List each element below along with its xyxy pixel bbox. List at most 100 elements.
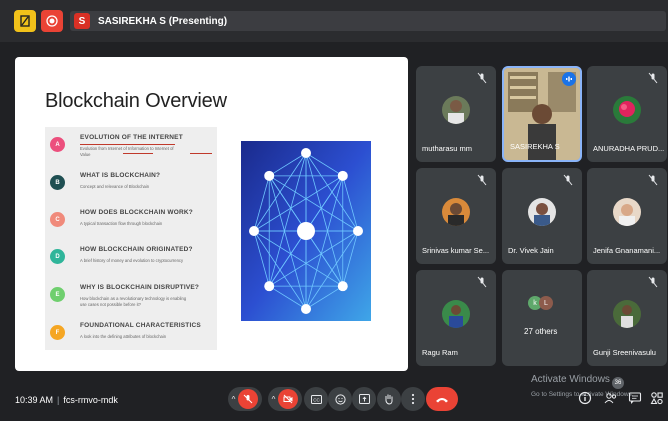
meeting-details-icon[interactable] — [578, 391, 592, 405]
presenter-banner[interactable]: S SASIREKHA S (Presenting) — [70, 11, 666, 31]
participant-tile-active-speaker[interactable]: SASIREKHA S — [502, 66, 582, 162]
agenda-letter-badge: C — [50, 212, 65, 227]
slide-title: Blockchain Overview — [45, 90, 227, 112]
participant-tile[interactable]: Jenifa Gnanamani... — [587, 168, 667, 264]
separator: | — [57, 395, 60, 405]
network-node — [249, 226, 259, 236]
presentation-slide: Blockchain Overview A EVOLUTION OF THE I… — [15, 57, 408, 371]
recording-button[interactable] — [41, 10, 63, 32]
network-node — [337, 170, 348, 181]
participant-name: Srinivas kumar Se... — [422, 246, 490, 255]
activities-icon[interactable] — [650, 391, 664, 405]
participant-tile[interactable]: ANURADHA PRUD... — [587, 66, 667, 162]
participant-avatar — [613, 96, 641, 124]
mic-muted-icon — [648, 276, 658, 288]
meeting-info: 10:39 AM | fcs-rmvo-mdk — [15, 395, 118, 405]
participant-name: Ragu Ram — [422, 348, 458, 357]
agenda-subtitle: A brief history of money and evolution t… — [80, 258, 184, 263]
participant-avatar — [442, 96, 470, 124]
network-node — [353, 226, 363, 236]
participant-avatar — [442, 300, 470, 328]
participant-avatar — [442, 198, 470, 226]
agenda-letter-badge: E — [50, 287, 65, 302]
participant-avatar — [613, 198, 641, 226]
agenda-subtitle: Evolution from Internet of Information t… — [80, 146, 174, 151]
mic-muted-icon — [477, 276, 487, 288]
presenter-avatar: S — [74, 13, 90, 29]
agenda-item: F FOUNDATIONAL CHARACTERISTICS A look in… — [45, 317, 217, 353]
present-screen-button[interactable] — [352, 387, 376, 411]
agenda-title: FOUNDATIONAL CHARACTERISTICS — [80, 322, 201, 329]
captions-button[interactable]: CC — [304, 387, 328, 411]
chat-icon[interactable] — [628, 391, 642, 405]
mic-off-icon — [244, 394, 253, 404]
notification-badge: 36 — [612, 377, 624, 389]
agenda-subtitle: A look into the defining attributes of b… — [80, 334, 167, 339]
agenda-letter-badge: D — [50, 249, 65, 264]
agenda-panel: A EVOLUTION OF THE INTERNET Evolution fr… — [45, 127, 217, 350]
agenda-letter-badge: F — [50, 325, 65, 340]
agenda-title: EVOLUTION OF THE INTERNET — [80, 134, 183, 141]
svg-text:CC: CC — [313, 397, 320, 402]
agenda-item: A EVOLUTION OF THE INTERNET Evolution fr… — [45, 129, 217, 165]
meeting-code: fcs-rmvo-mdk — [63, 395, 118, 405]
participant-tile[interactable]: Dr. Vivek Jain — [502, 168, 582, 264]
raise-hand-button[interactable] — [377, 387, 401, 411]
mic-muted-icon — [563, 174, 573, 186]
agenda-item: E WHY IS BLOCKCHAIN DISRUPTIVE? How bloc… — [45, 279, 217, 315]
network-node — [301, 304, 311, 314]
participant-tile[interactable]: mutharasu mm — [416, 66, 496, 162]
participant-name: Jenifa Gnanamani... — [593, 246, 661, 255]
microphone-control[interactable]: ^ — [228, 387, 262, 411]
others-avatars: k L — [528, 296, 558, 316]
call-end-icon — [436, 397, 448, 402]
others-count-label: 27 others — [524, 327, 558, 336]
mic-toggle-button[interactable] — [238, 389, 259, 409]
agenda-title: HOW DOES BLOCKCHAIN WORK? — [80, 209, 193, 216]
agenda-subtitle: Concept and relevance of Blockchain — [80, 184, 150, 189]
edit-note-icon — [20, 15, 30, 27]
network-node — [264, 170, 275, 181]
agenda-letter-badge: B — [50, 175, 65, 190]
leave-call-button[interactable] — [426, 387, 458, 411]
agenda-subtitle-line2: use cases not possible before it? — [80, 302, 141, 307]
camera-control[interactable]: ^ — [268, 387, 302, 411]
participant-avatar — [613, 300, 641, 328]
camera-toggle-button[interactable] — [278, 389, 299, 409]
agenda-title: WHAT IS BLOCKCHAIN? — [80, 172, 161, 179]
participant-tile[interactable]: Gunji Sreenivasulu — [587, 270, 667, 366]
camera-off-icon — [283, 394, 293, 404]
speaking-indicator-icon — [562, 72, 576, 86]
chevron-up-icon[interactable]: ^ — [272, 395, 276, 404]
network-node — [301, 148, 311, 158]
network-node — [264, 281, 275, 292]
annotation-underline — [123, 153, 153, 154]
participant-name: mutharasu mm — [422, 144, 473, 153]
participant-name: Gunji Sreenivasulu — [593, 348, 656, 357]
windows-watermark-title: Activate Windows — [531, 374, 610, 385]
agenda-letter-badge: A — [50, 137, 65, 152]
chevron-up-icon[interactable]: ^ — [232, 395, 236, 404]
blockchain-network-graphic — [241, 141, 371, 321]
top-bar: S SASIREKHA S (Presenting) — [0, 0, 668, 42]
more-options-button[interactable] — [401, 387, 425, 411]
participant-tile[interactable]: Ragu Ram — [416, 270, 496, 366]
mic-muted-icon — [648, 174, 658, 186]
participant-avatar — [528, 198, 556, 226]
people-icon[interactable] — [604, 391, 618, 405]
closed-captions-icon: CC — [310, 394, 322, 404]
present-to-all-icon — [358, 394, 370, 404]
reactions-button[interactable] — [328, 387, 352, 411]
agenda-item: D HOW BLOCKCHAIN ORIGINATED? A brief his… — [45, 241, 217, 277]
network-center-node — [297, 222, 315, 240]
agenda-item: C HOW DOES BLOCKCHAIN WORK? A typical tr… — [45, 204, 217, 240]
hand-icon — [385, 394, 393, 405]
mic-muted-icon — [477, 174, 487, 186]
mic-muted-icon — [648, 72, 658, 84]
participant-tile[interactable]: Srinivas kumar Se... — [416, 168, 496, 264]
mic-muted-icon — [477, 72, 487, 84]
participant-tile-others[interactable]: k L 27 others — [502, 270, 582, 366]
annotation-underline — [190, 153, 212, 154]
agenda-item: B WHAT IS BLOCKCHAIN? Concept and releva… — [45, 167, 217, 203]
captions-toggle-button[interactable] — [14, 10, 36, 32]
